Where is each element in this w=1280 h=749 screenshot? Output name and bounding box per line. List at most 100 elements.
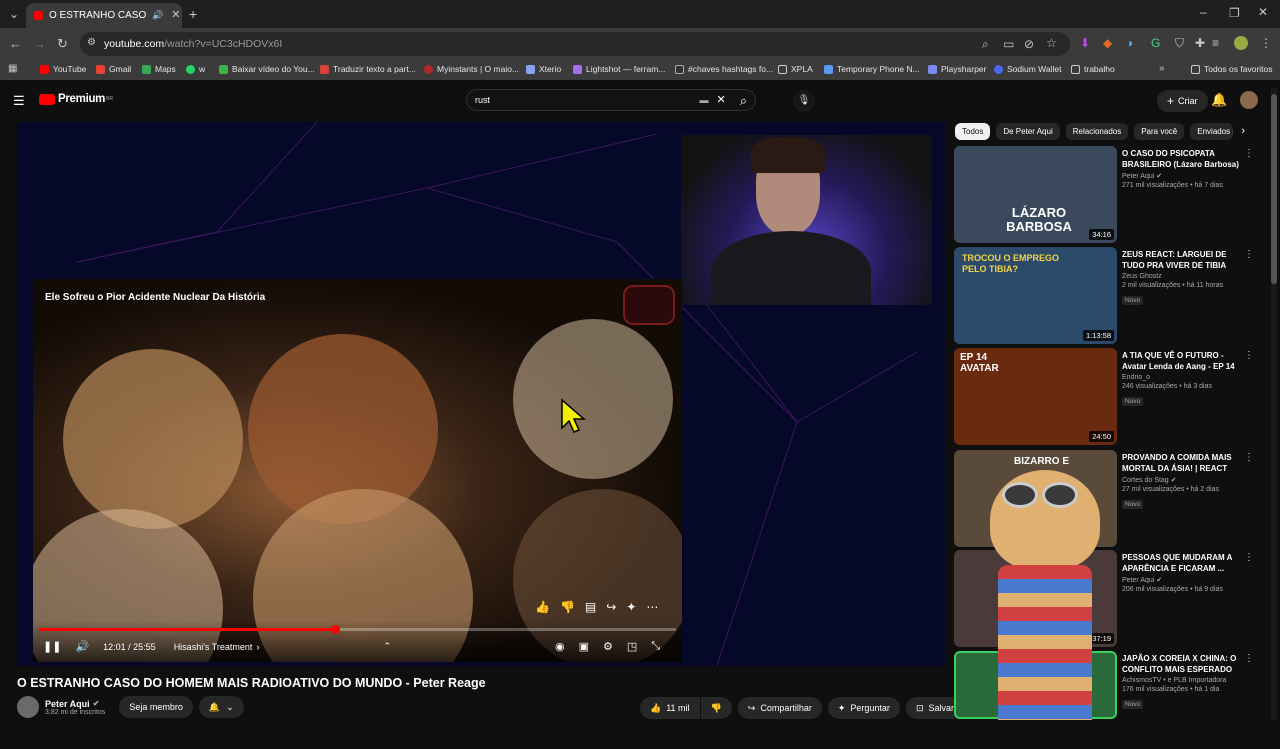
chapter-title[interactable]: Hisashi's Treatment [174, 642, 253, 652]
more-options-icon[interactable]: ⋮ [1244, 552, 1254, 563]
recommendation-title[interactable]: ZEUS REACT: LARGUEI DE TUDO PRA VIVER DE… [1122, 249, 1240, 271]
hamburger-menu-icon[interactable]: ☰ [13, 94, 25, 107]
search-icon[interactable]: ⌕ [740, 94, 747, 107]
recommendation-channel[interactable]: Peter Aqui ✔ [1122, 172, 1240, 180]
scrollbar-thumb[interactable] [1271, 94, 1277, 284]
site-info-icon[interactable]: ⚙ [87, 38, 96, 48]
chip-de-peter-aqui[interactable]: De Peter Aqui [996, 122, 1060, 140]
extension-audio-icon[interactable]: ◗ [1127, 37, 1134, 49]
channel-avatar[interactable] [17, 696, 39, 718]
video-thumbnail[interactable]: EP 14 AVATAR 24:50 [954, 348, 1117, 445]
miniplayer-icon[interactable]: ◳ [627, 640, 637, 653]
bookmark-gmail[interactable]: Gmail [96, 64, 131, 74]
bookmark-maps[interactable]: Maps [142, 64, 176, 74]
recommendation-title[interactable]: A TIA QUE VÊ O FUTURO - Avatar Lenda de … [1122, 350, 1240, 372]
youtube-logo[interactable]: Premium BR [39, 93, 113, 105]
more-options-icon[interactable]: ⋮ [1244, 350, 1254, 361]
bookmark-baixar-video[interactable]: Baixar vídeo do You... [219, 64, 315, 74]
close-window-icon[interactable]: ✕ [1258, 6, 1268, 18]
recommendation-channel[interactable]: Cortes do Stag ✔ [1122, 476, 1240, 484]
recommendation-title[interactable]: JAPÃO X COREIA X CHINA: O CONFLITO MAIS … [1122, 653, 1240, 675]
apps-grid-icon[interactable]: ▦ [8, 64, 17, 74]
recommendation-title[interactable]: PESSOAS QUE MUDARAM A APARÊNCIA E FICARA… [1122, 552, 1240, 574]
like-overlay-icon[interactable]: 👍 [535, 600, 550, 614]
account-avatar[interactable] [1240, 91, 1258, 109]
bookmark-hashtags[interactable]: #chaves hashtags fo... [675, 64, 773, 74]
pause-icon[interactable]: ❚❚ [43, 640, 61, 653]
channel-name[interactable]: Peter Aqui [45, 699, 90, 709]
bookmark-lightshot[interactable]: Lightshot — ferram... [573, 64, 665, 74]
close-tab-icon[interactable]: ✕ [171, 10, 180, 21]
chip-para-voce[interactable]: Para você [1134, 122, 1185, 140]
chip-todos[interactable]: Todos [955, 122, 991, 140]
recommendation-item[interactable]: TROCOU O EMPREGO PELO TIBIA? 1:13:58 ZEU… [954, 247, 1254, 345]
cast-icon[interactable]: ▭ [1003, 38, 1014, 50]
captions-icon[interactable]: ▣ [579, 640, 589, 653]
create-button[interactable]: + Criar [1157, 90, 1208, 112]
autoplay-toggle-icon[interactable]: ◉ [555, 640, 565, 653]
forward-icon[interactable]: → [33, 37, 46, 50]
progress-scrubber[interactable] [330, 625, 340, 634]
bookmark-temporary-phone[interactable]: Temporary Phone N... [824, 64, 920, 74]
subscribed-bell-button[interactable]: 🔔 ⌄ [198, 696, 244, 718]
bookmark-playsharper[interactable]: Playsharper [928, 64, 986, 74]
star-icon[interactable]: ☆ [1046, 37, 1057, 49]
chapter-chevron-icon[interactable]: › [256, 642, 259, 652]
more-options-icon[interactable]: ⋮ [1244, 148, 1254, 159]
chips-next-icon[interactable]: › [1241, 125, 1245, 137]
new-tab-icon[interactable]: + [189, 7, 197, 21]
extension-shield-icon[interactable]: ⛉ [1175, 37, 1184, 49]
speaker-icon[interactable]: 🔊 [152, 10, 163, 21]
recommendation-item[interactable]: LÁZARO BARBOSA 34:16 O CASO DO PSICOPATA… [954, 146, 1254, 244]
zoom-icon[interactable]: ⌕ [982, 38, 989, 50]
more-options-icon[interactable]: ⋮ [1244, 249, 1254, 260]
more-options-icon[interactable]: ⋮ [1244, 653, 1254, 664]
tab-list-chevron-icon[interactable]: ⌄ [9, 8, 19, 20]
clear-search-icon[interactable]: ✕ [717, 94, 726, 106]
recommendation-channel[interactable]: Endrio_o [1122, 374, 1240, 381]
bookmark-sodium-wallet[interactable]: Sodium Wallet [994, 64, 1061, 74]
more-options-icon[interactable]: ⋮ [1244, 452, 1254, 463]
all-bookmarks[interactable]: Todos os favoritos [1191, 64, 1273, 74]
extensions-puzzle-icon[interactable]: ✚ [1195, 37, 1205, 49]
share-overlay-icon[interactable]: ↪ [606, 600, 616, 614]
extension-download-icon[interactable]: ⬇ [1080, 37, 1090, 49]
bookmark-xterio[interactable]: Xterio [526, 64, 561, 74]
extension-grammar-icon[interactable]: G [1151, 37, 1160, 49]
chip-relacionados[interactable]: Relacionados [1065, 122, 1129, 140]
video-thumbnail[interactable]: LÁZARO BARBOSA 34:16 [954, 146, 1117, 243]
recommendation-channel[interactable]: Peter Aqui ✔ [1122, 576, 1240, 584]
bookmark-traduzir[interactable]: Traduzir texto a part... [320, 64, 416, 74]
address-bar[interactable]: ⚙ youtube.com/watch?v=UC3cHDOVx6I [80, 32, 1070, 56]
bookmark-xpla[interactable]: XPLA [778, 64, 813, 74]
comments-overlay-icon[interactable]: ▤ [585, 600, 596, 614]
video-thumbnail[interactable]: TROCOU O EMPREGO PELO TIBIA? 1:13:58 [954, 247, 1117, 344]
settings-gear-icon[interactable]: ⚙ [603, 640, 613, 653]
bookmark-youtube[interactable]: YouTube [40, 64, 86, 74]
browser-tab[interactable]: O ESTRANHO CASO DO HOMEM MAIS RADIOATIVO… [26, 3, 182, 28]
share-button[interactable]: ↪ Compartilhar [737, 697, 822, 719]
reading-list-icon[interactable]: ≡ [1212, 37, 1219, 49]
bookmark-trabalho[interactable]: trabalho [1071, 64, 1115, 74]
chip-enviados-recentemente[interactable]: Enviados rece [1190, 122, 1234, 140]
eye-off-icon[interactable]: ⊘ [1024, 38, 1034, 50]
profile-avatar[interactable] [1234, 36, 1248, 50]
join-button[interactable]: Seja membro [119, 696, 193, 718]
search-box[interactable]: rust ▬ ✕ ⌕ [466, 89, 756, 111]
reload-icon[interactable]: ↻ [57, 37, 68, 50]
recommendation-title[interactable]: O CASO DO PSICOPATA BRASILEIRO (Lázaro B… [1122, 148, 1240, 170]
back-icon[interactable]: ← [9, 37, 22, 50]
recommendation-channel[interactable]: AchismosTV • e PLB Importadora [1122, 677, 1240, 684]
like-button[interactable]: 👍 11 mil [640, 697, 700, 719]
volume-icon[interactable]: 🔊 [75, 640, 89, 653]
browser-menu-icon[interactable]: ⋮ [1260, 37, 1272, 49]
ask-button[interactable]: ✦ Perguntar [827, 697, 900, 719]
bookmark-myinstants[interactable]: Myinstants | O maio... [424, 64, 519, 74]
bookmark-whatsapp[interactable]: w [186, 64, 205, 74]
minimize-icon[interactable]: – [1200, 6, 1207, 18]
more-bookmarks-icon[interactable]: » [1159, 64, 1165, 74]
search-input[interactable]: rust [475, 95, 700, 105]
sparkle-overlay-icon[interactable]: ✦ [626, 600, 636, 614]
page-scrollbar[interactable] [1271, 88, 1277, 720]
exit-fullscreen-icon[interactable]: ⤡ [651, 640, 660, 653]
